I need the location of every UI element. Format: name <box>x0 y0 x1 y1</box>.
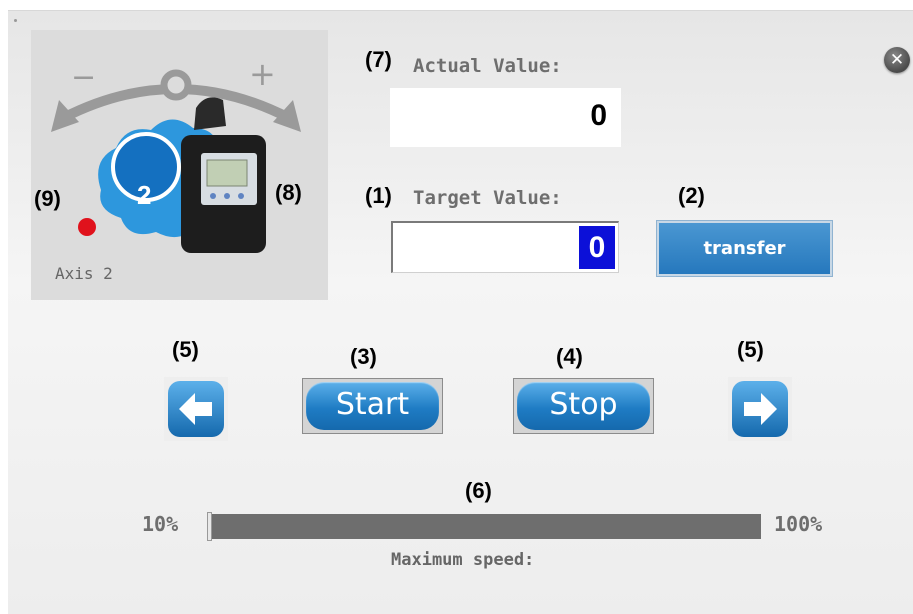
callout-5-right: (5) <box>737 337 764 362</box>
jog-right-button[interactable] <box>728 377 792 441</box>
axis-card: 2 − + Axis 2 <box>31 30 328 300</box>
speed-max-label: 100% <box>774 512 823 536</box>
axis-label: Axis 2 <box>55 264 113 283</box>
target-value-label: Target Value: <box>413 187 562 209</box>
callout-9: (9) <box>34 186 61 211</box>
callout-2: (2) <box>678 183 705 208</box>
speed-min-label: 10% <box>142 512 179 536</box>
transfer-button[interactable]: transfer <box>656 220 833 277</box>
close-icon: ✕ <box>889 50 905 70</box>
callout-6: (6) <box>465 478 492 503</box>
slider-handle[interactable] <box>207 512 212 541</box>
corner-dot <box>14 19 17 22</box>
minus-sign: − <box>71 60 97 95</box>
max-speed-slider[interactable] <box>207 512 761 541</box>
callout-8: (8) <box>275 180 302 205</box>
actual-value-label: Actual Value: <box>413 55 562 77</box>
close-button[interactable]: ✕ <box>884 47 910 73</box>
actual-value-display: 0 <box>390 88 621 147</box>
callout-4: (4) <box>556 344 583 369</box>
target-value-input[interactable]: 0 <box>391 221 619 273</box>
arrow-left-icon <box>168 381 224 437</box>
callout-1: (1) <box>365 183 392 208</box>
start-button-label: Start <box>306 382 439 430</box>
max-speed-label: Maximum speed: <box>391 550 535 570</box>
actual-value: 0 <box>590 99 607 132</box>
plus-sign: + <box>249 55 276 93</box>
target-value: 0 <box>579 226 615 269</box>
callout-7: (7) <box>365 47 392 72</box>
jog-left-button[interactable] <box>164 377 228 441</box>
stop-button-label: Stop <box>517 382 650 430</box>
callout-5-left: (5) <box>172 337 199 362</box>
callout-3: (3) <box>350 344 377 369</box>
knob-number: 2 <box>137 180 152 210</box>
arrow-right-icon <box>732 381 788 437</box>
stop-button[interactable]: Stop <box>513 378 654 434</box>
start-button[interactable]: Start <box>302 378 443 434</box>
